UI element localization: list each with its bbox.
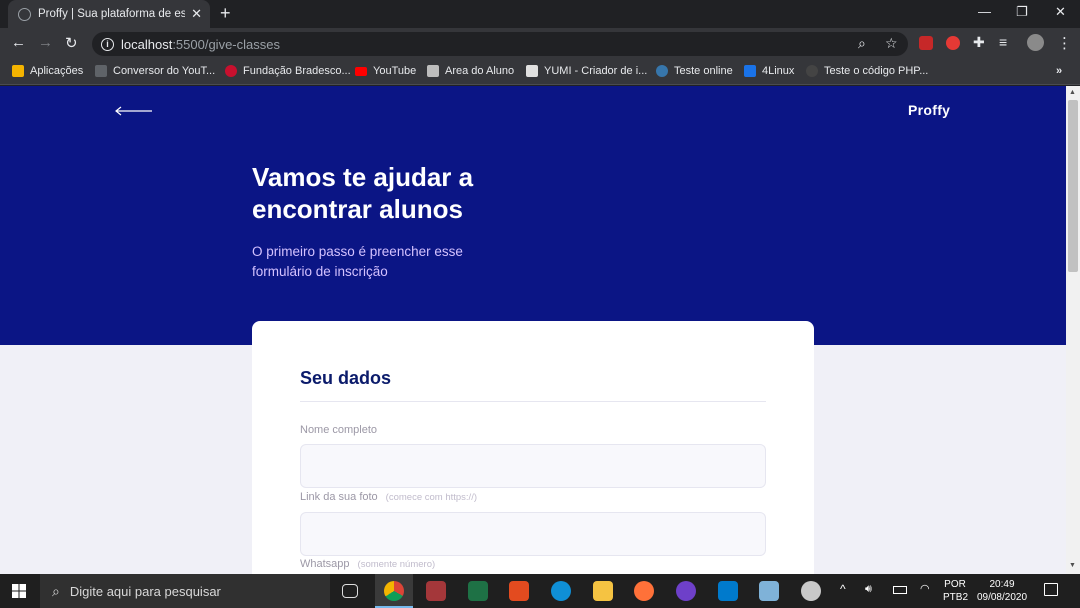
browser-tab[interactable]: Proffy | Sua plataforma de estudos ✕ [8,0,210,28]
back-arrow-icon[interactable] [115,106,153,116]
taskbar-search[interactable]: ⌕ Digite aqui para pesquisar [40,574,330,608]
bookmark-favicon-icon [427,65,439,77]
bookmark-favicon-icon [744,65,756,77]
bookmark-favicon-icon [526,65,538,77]
photo-field-label: Link da sua foto (comece com https://) [300,491,478,503]
address-bar[interactable]: i localhost :5500/give-classes ⌕ ☆ [92,32,908,56]
notifications-icon[interactable] [1044,583,1058,596]
section-divider [300,401,766,402]
url-path: :5500/give-classes [172,36,280,52]
forward-arrow-icon[interactable]: → [38,34,53,51]
edge-icon[interactable] [551,581,571,601]
reload-icon[interactable]: ↻ [65,34,78,52]
github-desktop-icon[interactable] [676,581,696,601]
media-queue-icon[interactable]: ≡ [999,34,1007,50]
bookmark-item[interactable]: YouTube [355,65,416,77]
name-input[interactable] [300,444,766,488]
bookmark-item[interactable]: Teste o código PHP... [806,65,928,77]
scroll-down-icon[interactable]: ▼ [1069,562,1076,569]
photo-url-input[interactable] [300,512,766,556]
pdf-extension-icon[interactable] [919,36,933,50]
browser-toolbar: ← → ↻ i localhost :5500/give-classes ⌕ ☆… [0,28,1080,60]
close-tab-icon[interactable]: ✕ [191,6,202,22]
page-title: Vamos te ajudar a encontrar alunos [252,162,474,224]
zoom-icon[interactable]: ⌕ [858,35,866,52]
battery-icon[interactable] [893,586,907,594]
access-icon[interactable] [426,581,446,601]
bookmark-star-icon[interactable]: ☆ [885,35,898,52]
adblock-extension-icon[interactable] [946,36,960,50]
app-icon[interactable] [759,581,779,601]
wifi-icon[interactable]: ◠ [920,583,930,596]
chrome-icon [384,581,404,601]
restore-icon[interactable]: ❐ [1016,4,1028,20]
tab-title: Proffy | Sua plataforma de estudos [38,8,186,20]
page-scrollbar[interactable]: ▲ ▼ [1066,86,1080,574]
bookmarks-bar: Aplicações Conversor do YouT... Fundação… [0,60,1080,85]
page-subtitle: O primeiro passo é preencher esse formul… [252,244,463,279]
taskbar: ⌕ Digite aqui para pesquisar ^ 🔊︎ ◠ POR … [0,574,1080,608]
volume-icon[interactable]: 🔊︎ [865,583,872,596]
back-arrow-icon[interactable]: ← [11,34,26,51]
bookmark-favicon-icon [95,65,107,77]
avatar[interactable] [1027,34,1044,51]
php-icon [806,65,818,77]
browser-tab-strip: Proffy | Sua plataforma de estudos ✕ + —… [0,0,1080,28]
minimize-icon[interactable]: — [978,4,991,19]
windows-start-icon[interactable] [12,584,26,598]
url-host: localhost [121,36,173,52]
bookmark-item[interactable]: Aplicações [12,65,83,77]
proffy-logo: Proffy [908,102,951,118]
close-window-icon[interactable]: ✕ [1055,4,1066,20]
section-title: Seu dados [300,368,392,388]
clock[interactable]: 20:49 09/08/2020 [973,578,1031,604]
bookmark-favicon-icon [225,65,237,77]
paint-icon[interactable] [801,581,821,601]
python-icon [656,65,668,77]
file-explorer-icon[interactable] [593,581,613,601]
form-card: Seu dados Nome completo Link da sua foto… [252,321,814,574]
info-icon[interactable]: i [101,37,114,51]
bookmark-item[interactable]: Conversor do YouT... [95,65,215,77]
page-header: Proffy Vamos te ajudar a encontrar aluno… [0,86,1066,345]
scroll-up-icon[interactable]: ▲ [1069,89,1076,96]
vscode-icon[interactable] [718,581,738,601]
more-menu-icon[interactable]: ⋮ [1057,34,1072,52]
bookmark-item[interactable]: 4Linux [744,65,794,77]
excel-icon[interactable] [468,581,488,601]
page-viewport: Proffy Vamos te ajudar a encontrar aluno… [0,86,1066,574]
globe-icon [18,7,31,21]
language-indicator[interactable]: POR PTB2 [943,578,968,604]
puzzle-icon[interactable]: ✚ [973,34,985,51]
task-view-icon[interactable] [342,584,358,598]
more-bookmarks-icon[interactable]: » [1056,65,1062,77]
show-hidden-icons-icon[interactable]: ^ [840,583,846,596]
bookmark-item[interactable]: Teste online [656,65,733,77]
apps-grid-icon [12,65,24,77]
bookmark-item[interactable]: YUMI - Criador de i... [526,65,647,77]
bookmark-item[interactable]: Area do Aluno [427,65,514,77]
name-field-label: Nome completo [300,424,378,436]
bookmark-item[interactable]: Fundação Bradesco... [225,65,351,77]
whatsapp-field-label: Whatsapp (somente número) [300,558,436,570]
search-icon: ⌕ [52,582,60,599]
firefox-icon[interactable] [634,581,654,601]
office-icon[interactable] [509,581,529,601]
new-tab-button[interactable]: + [220,3,231,24]
youtube-icon [355,66,367,76]
scrollbar-thumb[interactable] [1068,100,1078,272]
